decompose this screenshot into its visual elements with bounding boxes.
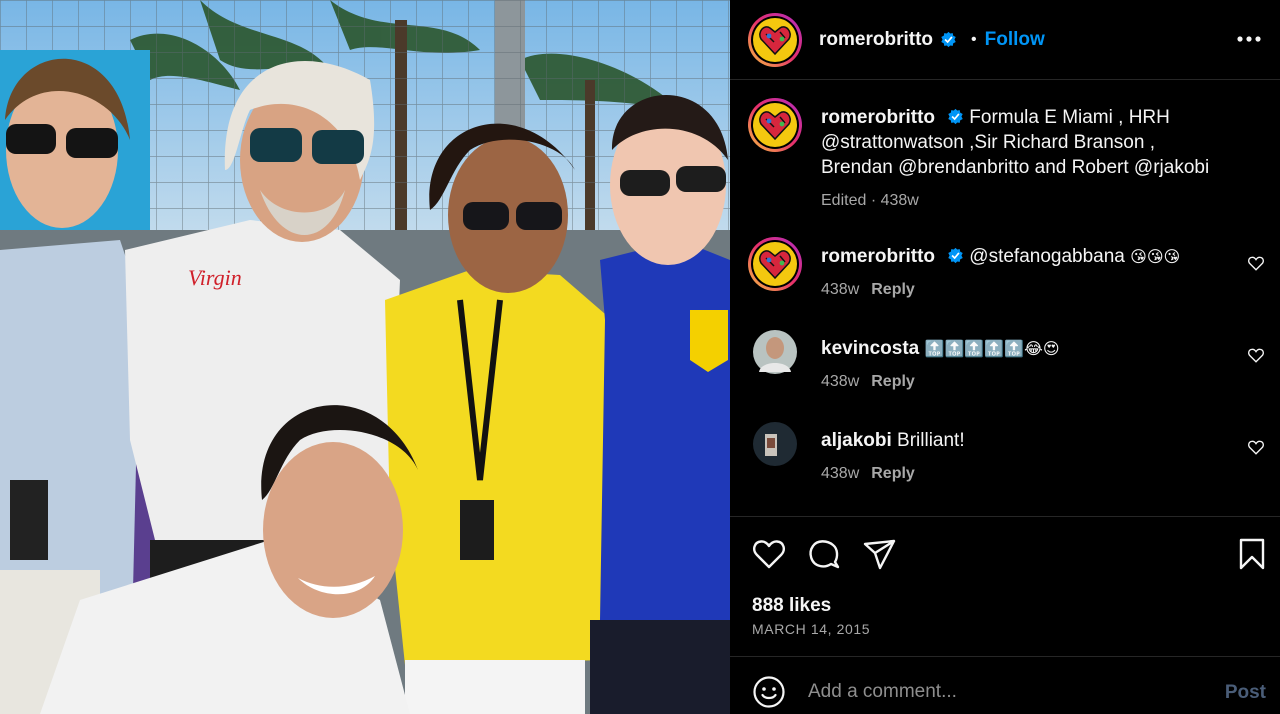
- comment-age: 438w: [821, 281, 860, 298]
- caption-body: romerobritto Formula E Miami , HRH @stra…: [821, 105, 1231, 213]
- share-icon[interactable]: [862, 537, 896, 571]
- comments-section[interactable]: romerobritto Formula E Miami , HRH @stra…: [730, 80, 1280, 516]
- comment-body: aljakobi Brilliant! 438w Reply: [821, 428, 1231, 486]
- follow-button[interactable]: Follow: [985, 29, 1045, 51]
- comment-text: Brilliant!: [897, 430, 965, 451]
- comment-username[interactable]: kevincosta: [821, 338, 919, 359]
- caption-avatar[interactable]: [747, 97, 803, 153]
- post-photo[interactable]: Virgin: [0, 0, 730, 714]
- caption-username[interactable]: romerobritto: [821, 107, 935, 128]
- shirt-logo-text: Virgin: [188, 265, 242, 290]
- post-header: romerobritto • Follow: [730, 0, 1280, 80]
- separator-dot: •: [971, 30, 977, 48]
- reply-button[interactable]: Reply: [871, 373, 915, 390]
- comment-like-icon[interactable]: [1247, 346, 1265, 364]
- photo-illustration: Virgin: [0, 0, 730, 714]
- comment-username[interactable]: romerobritto: [821, 246, 935, 267]
- comment-age: 438w: [821, 373, 860, 390]
- profile-avatar[interactable]: [747, 12, 803, 68]
- verified-badge-icon: [941, 31, 956, 48]
- comment-emoji: 🔝🔝🔝🔝🔝😂😍: [924, 339, 1060, 358]
- heart-icon[interactable]: [752, 537, 786, 571]
- comment-input[interactable]: [808, 673, 1188, 711]
- comment-item: kevincosta 🔝🔝🔝🔝🔝😂😍 438w Reply: [747, 328, 1267, 408]
- comment-avatar[interactable]: [751, 420, 799, 468]
- comment-emoji: 😘😘😘: [1130, 247, 1181, 266]
- header-username[interactable]: romerobritto: [819, 29, 933, 51]
- comment-username[interactable]: aljakobi: [821, 430, 892, 451]
- emoji-icon[interactable]: [752, 675, 786, 709]
- comment-body: kevincosta 🔝🔝🔝🔝🔝😂😍 438w Reply: [821, 336, 1231, 394]
- comment-meta: 438w Reply: [821, 369, 1231, 394]
- verified-badge-icon: [948, 247, 964, 264]
- verified-badge-icon: [948, 108, 964, 125]
- comment-like-icon[interactable]: [1247, 254, 1265, 272]
- bookmark-icon[interactable]: [1235, 537, 1269, 571]
- comment-avatar[interactable]: [751, 328, 799, 376]
- caption-meta: Edited · 438w: [821, 192, 919, 209]
- comment-body: romerobritto @stefanogabbana 😘😘😘 438w Rep…: [821, 244, 1231, 302]
- comment-text: @stefanogabbana: [969, 246, 1125, 267]
- comment-avatar[interactable]: [747, 236, 803, 292]
- add-comment-bar: Post: [730, 656, 1280, 714]
- comment-age: 438w: [821, 465, 860, 482]
- caption: romerobritto Formula E Miami , HRH @stra…: [747, 97, 1267, 217]
- likes-count[interactable]: 888 likes: [752, 595, 831, 617]
- post-details-panel: romerobritto • Follow romerobritto Formu…: [730, 0, 1280, 714]
- comment-item: aljakobi Brilliant! 438w Reply: [747, 420, 1267, 500]
- comment-meta: 438w Reply: [821, 277, 1231, 302]
- post-comment-button[interactable]: Post: [1225, 682, 1266, 704]
- more-options-icon[interactable]: [1236, 27, 1262, 51]
- post-actions: 888 likes MARCH 14, 2015: [730, 516, 1280, 656]
- comment-meta: 438w Reply: [821, 461, 1231, 486]
- comment-item: romerobritto @stefanogabbana 😘😘😘 438w Rep…: [747, 236, 1267, 316]
- post-date: MARCH 14, 2015: [752, 621, 871, 637]
- comment-icon[interactable]: [807, 537, 841, 571]
- reply-button[interactable]: Reply: [871, 465, 915, 482]
- reply-button[interactable]: Reply: [871, 281, 915, 298]
- comment-like-icon[interactable]: [1247, 438, 1265, 456]
